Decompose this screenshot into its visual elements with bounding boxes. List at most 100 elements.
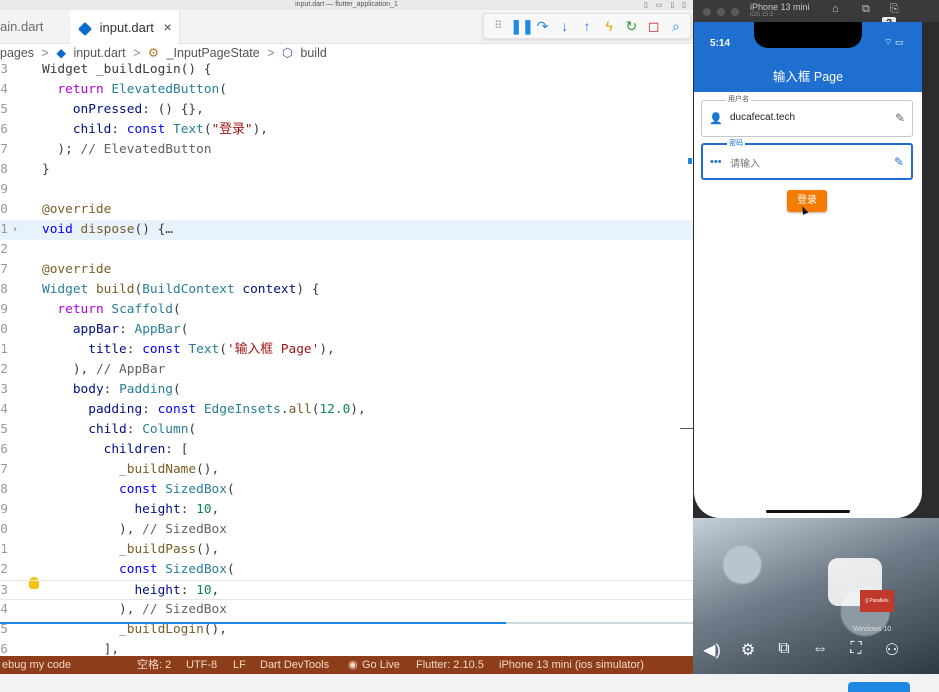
status-golive[interactable]: Go Live: [362, 656, 400, 674]
code-line[interactable]: 5 child: Column(: [0, 420, 693, 440]
screenshot-icon[interactable]: ⧉: [862, 3, 870, 16]
code-line[interactable]: 9 height: 10,: [0, 500, 693, 520]
widescreen-icon[interactable]: ⇔: [809, 640, 831, 658]
code-line[interactable]: 9: [0, 180, 693, 200]
code-token: :: [126, 342, 143, 357]
code-line[interactable]: 2: [0, 240, 693, 260]
volume-icon[interactable]: ◀): [701, 640, 723, 660]
code-line[interactable]: 0 ), // SizedBox: [0, 520, 693, 540]
drag-handle-icon[interactable]: ⠿: [488, 16, 508, 36]
code-line[interactable]: 8 Widget build(BuildContext context) {: [0, 280, 693, 300]
breadcrumb-item-class[interactable]: _InputPageState: [167, 46, 260, 60]
edit-icon[interactable]: ✎: [895, 111, 905, 125]
username-field[interactable]: 用户名 👤 ducafecat.tech ✎: [701, 95, 913, 137]
status-flutter[interactable]: Flutter: 2.10.5: [416, 656, 484, 674]
code-token: ],: [42, 642, 120, 656]
code-line[interactable]: 7 _buildName(),: [0, 460, 693, 480]
code-editor[interactable]: 3 Widget _buildLogin() {4 return Elevated…: [0, 62, 693, 656]
code-line[interactable]: 0 @override: [0, 200, 693, 220]
restart-icon[interactable]: ↻: [621, 16, 641, 36]
status-spaces[interactable]: 空格: 2: [137, 656, 171, 674]
step-over-icon[interactable]: ↷: [533, 16, 553, 36]
stop-icon[interactable]: ◻: [644, 16, 664, 36]
code-token: // SizedBox: [142, 522, 227, 537]
code-line[interactable]: 0 appBar: AppBar(: [0, 320, 693, 340]
code-line[interactable]: 1 › void dispose() {…: [0, 220, 693, 240]
code-token: 10: [196, 502, 212, 517]
code-token: appBar: [72, 322, 120, 337]
send-button[interactable]: [848, 682, 910, 692]
code-line[interactable]: 4 ), // SizedBox: [0, 600, 693, 620]
code-token: padding: [88, 402, 143, 417]
status-debug[interactable]: ebug my code: [2, 656, 71, 674]
network-icon[interactable]: ⚇: [881, 640, 903, 660]
code-line[interactable]: 3 body: Padding(: [0, 380, 693, 400]
quality-selector[interactable]: 1080P 高清: [523, 640, 595, 660]
phone-screen[interactable]: 5:14 ⌔ ▭ 输入框 Page 用户名 👤 ducafecat.tech ✎…: [694, 22, 922, 518]
code-line[interactable]: 7 ); // ElevatedButton: [0, 140, 693, 160]
password-field[interactable]: 密码 ••• 请输入 ✎: [701, 139, 913, 180]
method-icon: ⬡: [281, 46, 293, 60]
code-line[interactable]: 7 @override: [0, 260, 693, 280]
close-window-button[interactable]: [703, 8, 711, 16]
code-token: // ElevatedButton: [80, 142, 212, 157]
line-number: 2: [0, 562, 8, 577]
code-line[interactable]: 5 onPressed: () {},: [0, 100, 693, 120]
breadcrumb-item-method[interactable]: build: [300, 46, 326, 60]
pause-icon[interactable]: ❚❚: [510, 16, 533, 36]
fullscreen-icon[interactable]: ⛶: [845, 640, 867, 658]
code-text: ); // ElevatedButton: [42, 140, 212, 160]
wifi-battery-icons: ⌔ ▭: [884, 37, 904, 47]
code-line[interactable]: 4 return ElevatedButton(: [0, 80, 693, 100]
line-number: 8: [0, 482, 8, 497]
code-line[interactable]: 8 const SizedBox(: [0, 480, 693, 500]
minimize-window-button[interactable]: [717, 8, 725, 16]
edit-icon[interactable]: ✎: [894, 155, 904, 169]
step-into-icon[interactable]: ↓: [555, 16, 575, 36]
inspect-icon[interactable]: ⌕: [666, 16, 686, 36]
line-number: 9: [0, 302, 8, 317]
speed-selector[interactable]: 倍速: [619, 640, 647, 660]
breadcrumb-item-file[interactable]: input.dart: [73, 46, 125, 60]
tab-input-dart[interactable]: input.dart ×: [70, 10, 180, 44]
step-out-icon[interactable]: ↑: [577, 16, 597, 36]
username-value: ducafecat.tech: [730, 112, 796, 123]
status-eol[interactable]: LF: [233, 656, 246, 674]
home-icon[interactable]: ⌂: [832, 3, 839, 15]
code-text: title: const Text('输入框 Page'),: [42, 340, 335, 360]
code-line[interactable]: 2 const SizedBox(: [0, 560, 693, 580]
home-indicator[interactable]: [766, 510, 850, 513]
line-number: 3: [0, 62, 8, 77]
zoom-window-button[interactable]: [731, 8, 739, 16]
rotate-icon[interactable]: ⎘: [890, 3, 899, 16]
code-line[interactable]: 4 padding: const EdgeInsets.all(12.0),: [0, 400, 693, 420]
code-line[interactable]: 3 Widget _buildLogin() {: [0, 62, 693, 80]
code-line[interactable]: 1 _buildPass(),: [0, 540, 693, 560]
settings-icon[interactable]: ⚙: [737, 640, 759, 660]
tab-main-dart[interactable]: ain.dart: [0, 10, 70, 44]
danmaku-icon[interactable]: ▤: [664, 640, 686, 656]
code-line[interactable]: 3 height: 10,: [0, 580, 693, 600]
line-number: 8: [0, 282, 8, 297]
code-line[interactable]: 6 child: const Text("登录"),: [0, 120, 693, 140]
code-line[interactable]: 6 children: [: [0, 440, 693, 460]
fold-chevron-icon[interactable]: ›: [12, 220, 18, 240]
video-progress-bar[interactable]: [0, 622, 693, 624]
pip-icon[interactable]: ⧉: [773, 640, 795, 658]
line-number: 2: [0, 362, 8, 377]
code-line[interactable]: 8}: [0, 160, 693, 180]
status-encoding[interactable]: UTF-8: [186, 656, 217, 674]
code-token: ,: [211, 502, 220, 517]
status-devtools[interactable]: Dart DevTools: [260, 656, 329, 674]
code-line[interactable]: 9 return Scaffold(: [0, 300, 693, 320]
code-line[interactable]: 1 title: const Text('输入框 Page'),: [0, 340, 693, 360]
code-token: height: [134, 502, 181, 517]
close-tab-icon[interactable]: ×: [163, 19, 171, 35]
code-token: : [: [165, 442, 189, 457]
breadcrumb-item-pages[interactable]: pages: [0, 46, 34, 60]
hot-reload-icon[interactable]: ϟ: [599, 16, 619, 36]
code-line[interactable]: 2 ), // AppBar: [0, 360, 693, 380]
